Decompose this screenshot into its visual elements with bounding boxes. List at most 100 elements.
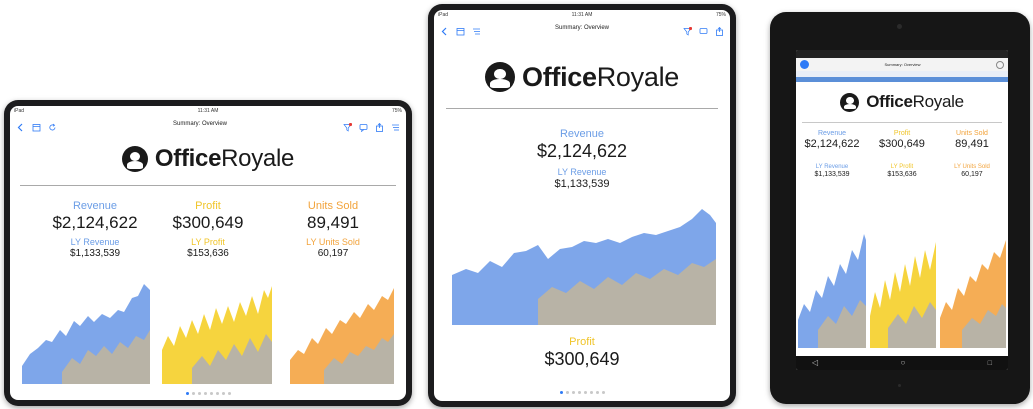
- revenue-label: Revenue: [817, 130, 847, 137]
- filter-icon[interactable]: [683, 23, 693, 36]
- page-dot[interactable]: [595, 391, 599, 394]
- carrier-label: iPad: [14, 107, 25, 114]
- profit-label: Profit: [569, 336, 595, 348]
- profit-metric: Profit $300,649 LY Profit $153,636: [866, 130, 938, 178]
- ly-units-value: 60,197: [961, 171, 983, 178]
- share-icon[interactable]: [375, 119, 384, 132]
- menu-icon[interactable]: [472, 23, 481, 35]
- units-metric: Units Sold 89,491 LY Units Sold 60,197: [273, 200, 393, 259]
- android-nav-bar: ◁ ○ □: [796, 356, 1008, 370]
- revenue-metric: Revenue $2,124,622 LY Revenue $1,133,539: [434, 128, 730, 190]
- profit-value: $300,649: [544, 349, 620, 369]
- back-icon[interactable]: [440, 23, 449, 36]
- android-tablet-device: Summary: Overview OfficeRoyale Revenue $…: [770, 12, 1030, 404]
- header-divider: [446, 108, 718, 109]
- nav-title: Summary: Overview: [884, 62, 921, 67]
- tab-strip[interactable]: [796, 77, 1008, 82]
- brand-header: OfficeRoyale: [10, 144, 406, 174]
- nav-back-icon[interactable]: ◁: [812, 359, 818, 367]
- comment-icon[interactable]: [699, 23, 708, 34]
- battery-label: 75%: [715, 11, 726, 18]
- page-indicator[interactable]: [10, 392, 406, 395]
- logo-icon: [840, 92, 860, 112]
- revenue-area-chart: [798, 234, 866, 348]
- page-dot[interactable]: [565, 391, 569, 394]
- filter-icon[interactable]: [343, 119, 353, 132]
- page-dot[interactable]: [203, 392, 207, 395]
- revenue-value: $2,124,622: [536, 141, 628, 161]
- page-dot[interactable]: [215, 392, 219, 395]
- time-label: 11:31 AM: [197, 107, 219, 114]
- page-dot[interactable]: [589, 391, 593, 394]
- ipad-portrait-screen: iPad 11:31 AM 75% Summary: Overview Offi…: [434, 10, 730, 401]
- page-dot[interactable]: [221, 392, 225, 395]
- page-dot[interactable]: [209, 392, 213, 395]
- page-dot[interactable]: [191, 392, 195, 395]
- android-app-bar: Summary: Overview: [796, 58, 1008, 71]
- profit-label: Profit: [893, 130, 911, 137]
- profit-metric: Profit $300,649 LY Profit $153,636: [148, 200, 268, 259]
- logo-icon: [485, 62, 516, 92]
- ipad-landscape-device: iPad 11:31 AM 75% Summary: Overview Offi…: [4, 100, 412, 406]
- profit-area-chart: [870, 242, 936, 348]
- page-dot[interactable]: [559, 391, 563, 394]
- brand-name: OfficeRoyale: [154, 145, 295, 172]
- nav-title: Summary: Overview: [172, 120, 227, 127]
- ly-revenue-label: LY Revenue: [815, 164, 849, 170]
- page-dot[interactable]: [227, 392, 231, 395]
- nav-recents-icon[interactable]: □: [988, 360, 992, 367]
- revenue-value: $2,124,622: [52, 213, 138, 232]
- nav-home-icon[interactable]: ○: [901, 359, 906, 367]
- revenue-value: $2,124,622: [804, 138, 860, 150]
- profit-value: $300,649: [172, 213, 244, 232]
- battery-label: 75%: [391, 107, 402, 114]
- revenue-metric: Revenue $2,124,622 LY Revenue $1,133,539: [796, 130, 868, 178]
- status-bar: iPad 11:31 AM 75%: [10, 106, 406, 115]
- units-value: 89,491: [955, 138, 989, 150]
- brand-header: OfficeRoyale: [796, 91, 1008, 113]
- profit-value: $300,649: [879, 138, 925, 150]
- brand-header: OfficeRoyale: [434, 60, 730, 94]
- ly-profit-label: LY Profit: [191, 237, 225, 247]
- ly-revenue-value: $1,133,539: [69, 248, 121, 259]
- ly-units-label: LY Units Sold: [954, 164, 990, 170]
- android-screen: Summary: Overview OfficeRoyale Revenue $…: [796, 50, 1008, 370]
- share-icon[interactable]: [715, 23, 724, 36]
- units-area-chart: [290, 288, 394, 384]
- front-camera: [897, 24, 902, 29]
- units-label: Units Sold: [307, 200, 359, 212]
- header-divider: [20, 185, 396, 186]
- back-icon[interactable]: [16, 119, 25, 132]
- profit-area-chart: [162, 286, 272, 384]
- ly-revenue-value: $1,133,539: [554, 178, 610, 190]
- ly-revenue-label: LY Revenue: [557, 167, 607, 177]
- status-bar: iPad 11:31 AM 75%: [434, 10, 730, 19]
- revenue-label: Revenue: [559, 128, 605, 140]
- calendar-icon[interactable]: [32, 119, 41, 132]
- home-sensor: [898, 384, 901, 387]
- page-indicator[interactable]: [434, 391, 730, 394]
- avatar[interactable]: [800, 60, 809, 69]
- profit-label: Profit: [195, 200, 221, 212]
- menu-icon[interactable]: [391, 119, 400, 131]
- brand-name: OfficeRoyale: [522, 61, 679, 92]
- nav-bar: Summary: Overview: [10, 117, 406, 133]
- page-dot[interactable]: [185, 392, 189, 395]
- page-dot[interactable]: [197, 392, 201, 395]
- revenue-area-chart: [452, 209, 716, 325]
- page-dot[interactable]: [571, 391, 575, 394]
- comment-icon[interactable]: [359, 119, 368, 133]
- page-dot[interactable]: [583, 391, 587, 394]
- calendar-icon[interactable]: [456, 23, 465, 36]
- refresh-icon[interactable]: [48, 119, 57, 131]
- logo-icon: [121, 146, 148, 172]
- ly-revenue-value: $1,133,539: [814, 171, 850, 178]
- ipad-landscape-screen: iPad 11:31 AM 75% Summary: Overview Offi…: [10, 106, 406, 400]
- ly-units-value: 60,197: [317, 248, 349, 259]
- units-value: 89,491: [307, 213, 359, 232]
- page-dot[interactable]: [577, 391, 581, 394]
- settings-icon[interactable]: [995, 60, 1004, 69]
- page-dot[interactable]: [601, 391, 605, 394]
- profit-metric: Profit $300,649: [434, 336, 730, 370]
- brand-name: OfficeRoyale: [866, 92, 964, 111]
